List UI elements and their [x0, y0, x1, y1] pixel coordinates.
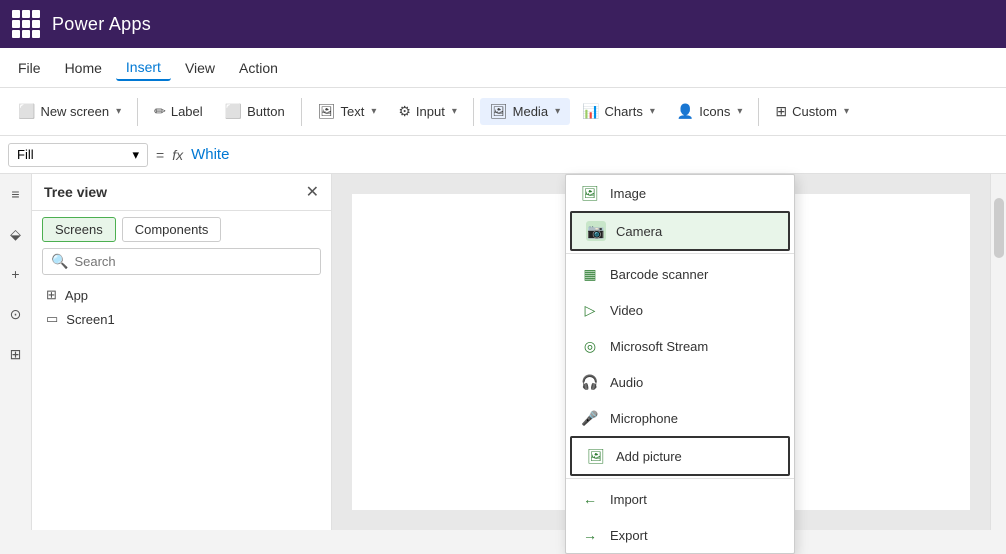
label-icon: ✏: [154, 103, 166, 120]
tree-item-app[interactable]: ⊞ App: [32, 283, 331, 307]
tree-search-box: 🔍: [42, 248, 321, 275]
custom-button[interactable]: ⊞ Custom ▾: [765, 98, 859, 125]
data-icon[interactable]: ⊙: [4, 302, 28, 326]
sep1: [137, 98, 138, 126]
toolbar: ⬜ New screen ▾ ✏ Label ⬜ Button 🖼 Text ▾…: [0, 88, 1006, 136]
dropdown-export[interactable]: → Export: [566, 517, 794, 553]
dropdown-stream[interactable]: ◎ Microsoft Stream: [566, 328, 794, 364]
tree-item-screen1[interactable]: ▭ Screen1: [32, 307, 331, 331]
input-chevron: ▾: [452, 106, 457, 117]
scroll-thumb[interactable]: [994, 198, 1004, 258]
import-icon: ←: [580, 489, 600, 509]
tree-tabs: Screens Components: [32, 211, 331, 248]
barcode-icon: ▦: [580, 264, 600, 284]
image-icon: 🖼: [580, 183, 600, 203]
right-scrollbar[interactable]: [990, 174, 1006, 530]
menu-home[interactable]: Home: [55, 56, 112, 80]
stream-icon: ◎: [580, 336, 600, 356]
menu-bar: File Home Insert View Action: [0, 48, 1006, 88]
menu-insert[interactable]: Insert: [116, 55, 171, 81]
formula-fx: fx: [172, 147, 183, 163]
dropdown-barcode[interactable]: ▦ Barcode scanner: [566, 256, 794, 292]
app-icon: ⊞: [46, 287, 57, 303]
sep2: [301, 98, 302, 126]
new-screen-icon: ⬜: [18, 103, 35, 120]
charts-chevron: ▾: [650, 106, 655, 117]
menu-file[interactable]: File: [8, 56, 51, 80]
custom-chevron: ▾: [844, 106, 849, 117]
title-bar: Power Apps: [0, 0, 1006, 48]
media-button[interactable]: 🖼 Media ▾: [480, 98, 570, 125]
menu-view[interactable]: View: [175, 56, 225, 80]
divider1: [566, 253, 794, 254]
media-dropdown: 🖼 Image 📷 Camera ▦ Barcode scanner ▷ Vid…: [565, 174, 795, 554]
tree-header: Tree view ✕: [32, 174, 331, 211]
hamburger-icon[interactable]: ≡: [4, 182, 28, 206]
addpicture-icon: 🖼: [586, 446, 606, 466]
sep4: [758, 98, 759, 126]
waffle-icon[interactable]: [12, 10, 40, 38]
layers-icon[interactable]: ⬙: [4, 222, 28, 246]
label-button[interactable]: ✏ Label: [144, 98, 213, 125]
new-screen-button[interactable]: ⬜ New screen ▾: [8, 98, 131, 125]
formula-bar: Fill ▾ = fx White: [0, 136, 1006, 174]
dropdown-microphone[interactable]: 🎤 Microphone: [566, 400, 794, 436]
charts-button[interactable]: 📊 Charts ▾: [572, 98, 665, 125]
custom-icon: ⊞: [775, 103, 787, 120]
dropdown-camera[interactable]: 📷 Camera: [570, 211, 790, 251]
icons-chevron: ▾: [737, 106, 742, 117]
menu-action[interactable]: Action: [229, 56, 288, 80]
audio-icon: 🎧: [580, 372, 600, 392]
video-icon: ▷: [580, 300, 600, 320]
tab-screens[interactable]: Screens: [42, 217, 116, 242]
search-input[interactable]: [74, 254, 312, 269]
selector-chevron: ▾: [132, 147, 139, 163]
camera-icon: 📷: [586, 221, 606, 241]
icons-button[interactable]: 👤 Icons ▾: [667, 98, 753, 125]
formula-selector[interactable]: Fill ▾: [8, 143, 148, 167]
icons-icon: 👤: [677, 103, 694, 120]
tree-title: Tree view: [44, 184, 107, 200]
add-icon[interactable]: +: [4, 262, 28, 286]
app-title: Power Apps: [52, 14, 151, 35]
input-button[interactable]: ⚙ Input ▾: [388, 98, 467, 125]
formula-value[interactable]: White: [191, 146, 229, 163]
tree-panel: Tree view ✕ Screens Components 🔍 ⊞ App ▭…: [32, 174, 332, 530]
left-sidebar: ≡ ⬙ + ⊙ ⊞: [0, 174, 32, 530]
dropdown-image[interactable]: 🖼 Image: [566, 175, 794, 211]
microphone-icon: 🎤: [580, 408, 600, 428]
media-icon: 🖼: [490, 103, 508, 120]
formula-equals: =: [156, 147, 164, 163]
text-chevron: ▾: [371, 106, 376, 117]
tab-components[interactable]: Components: [122, 217, 222, 242]
screen-icon: ▭: [46, 311, 58, 327]
button-button[interactable]: ⬜ Button: [215, 98, 295, 125]
divider2: [566, 478, 794, 479]
text-button[interactable]: 🖼 Text ▾: [308, 98, 387, 125]
charts-icon: 📊: [582, 103, 599, 120]
button-icon: ⬜: [225, 103, 242, 120]
export-icon: →: [580, 525, 600, 545]
main-area: ≡ ⬙ + ⊙ ⊞ Tree view ✕ Screens Components…: [0, 174, 1006, 530]
media-chevron: ▾: [555, 106, 560, 117]
text-icon: 🖼: [318, 103, 336, 120]
search-icon: 🔍: [51, 253, 68, 270]
dropdown-addpicture[interactable]: 🖼 Add picture: [570, 436, 790, 476]
components-icon[interactable]: ⊞: [4, 342, 28, 366]
new-screen-chevron: ▾: [116, 106, 121, 117]
dropdown-audio[interactable]: 🎧 Audio: [566, 364, 794, 400]
sep3: [473, 98, 474, 126]
tree-close-button[interactable]: ✕: [306, 182, 319, 202]
input-icon: ⚙: [398, 103, 411, 120]
dropdown-video[interactable]: ▷ Video: [566, 292, 794, 328]
dropdown-import[interactable]: ← Import: [566, 481, 794, 517]
